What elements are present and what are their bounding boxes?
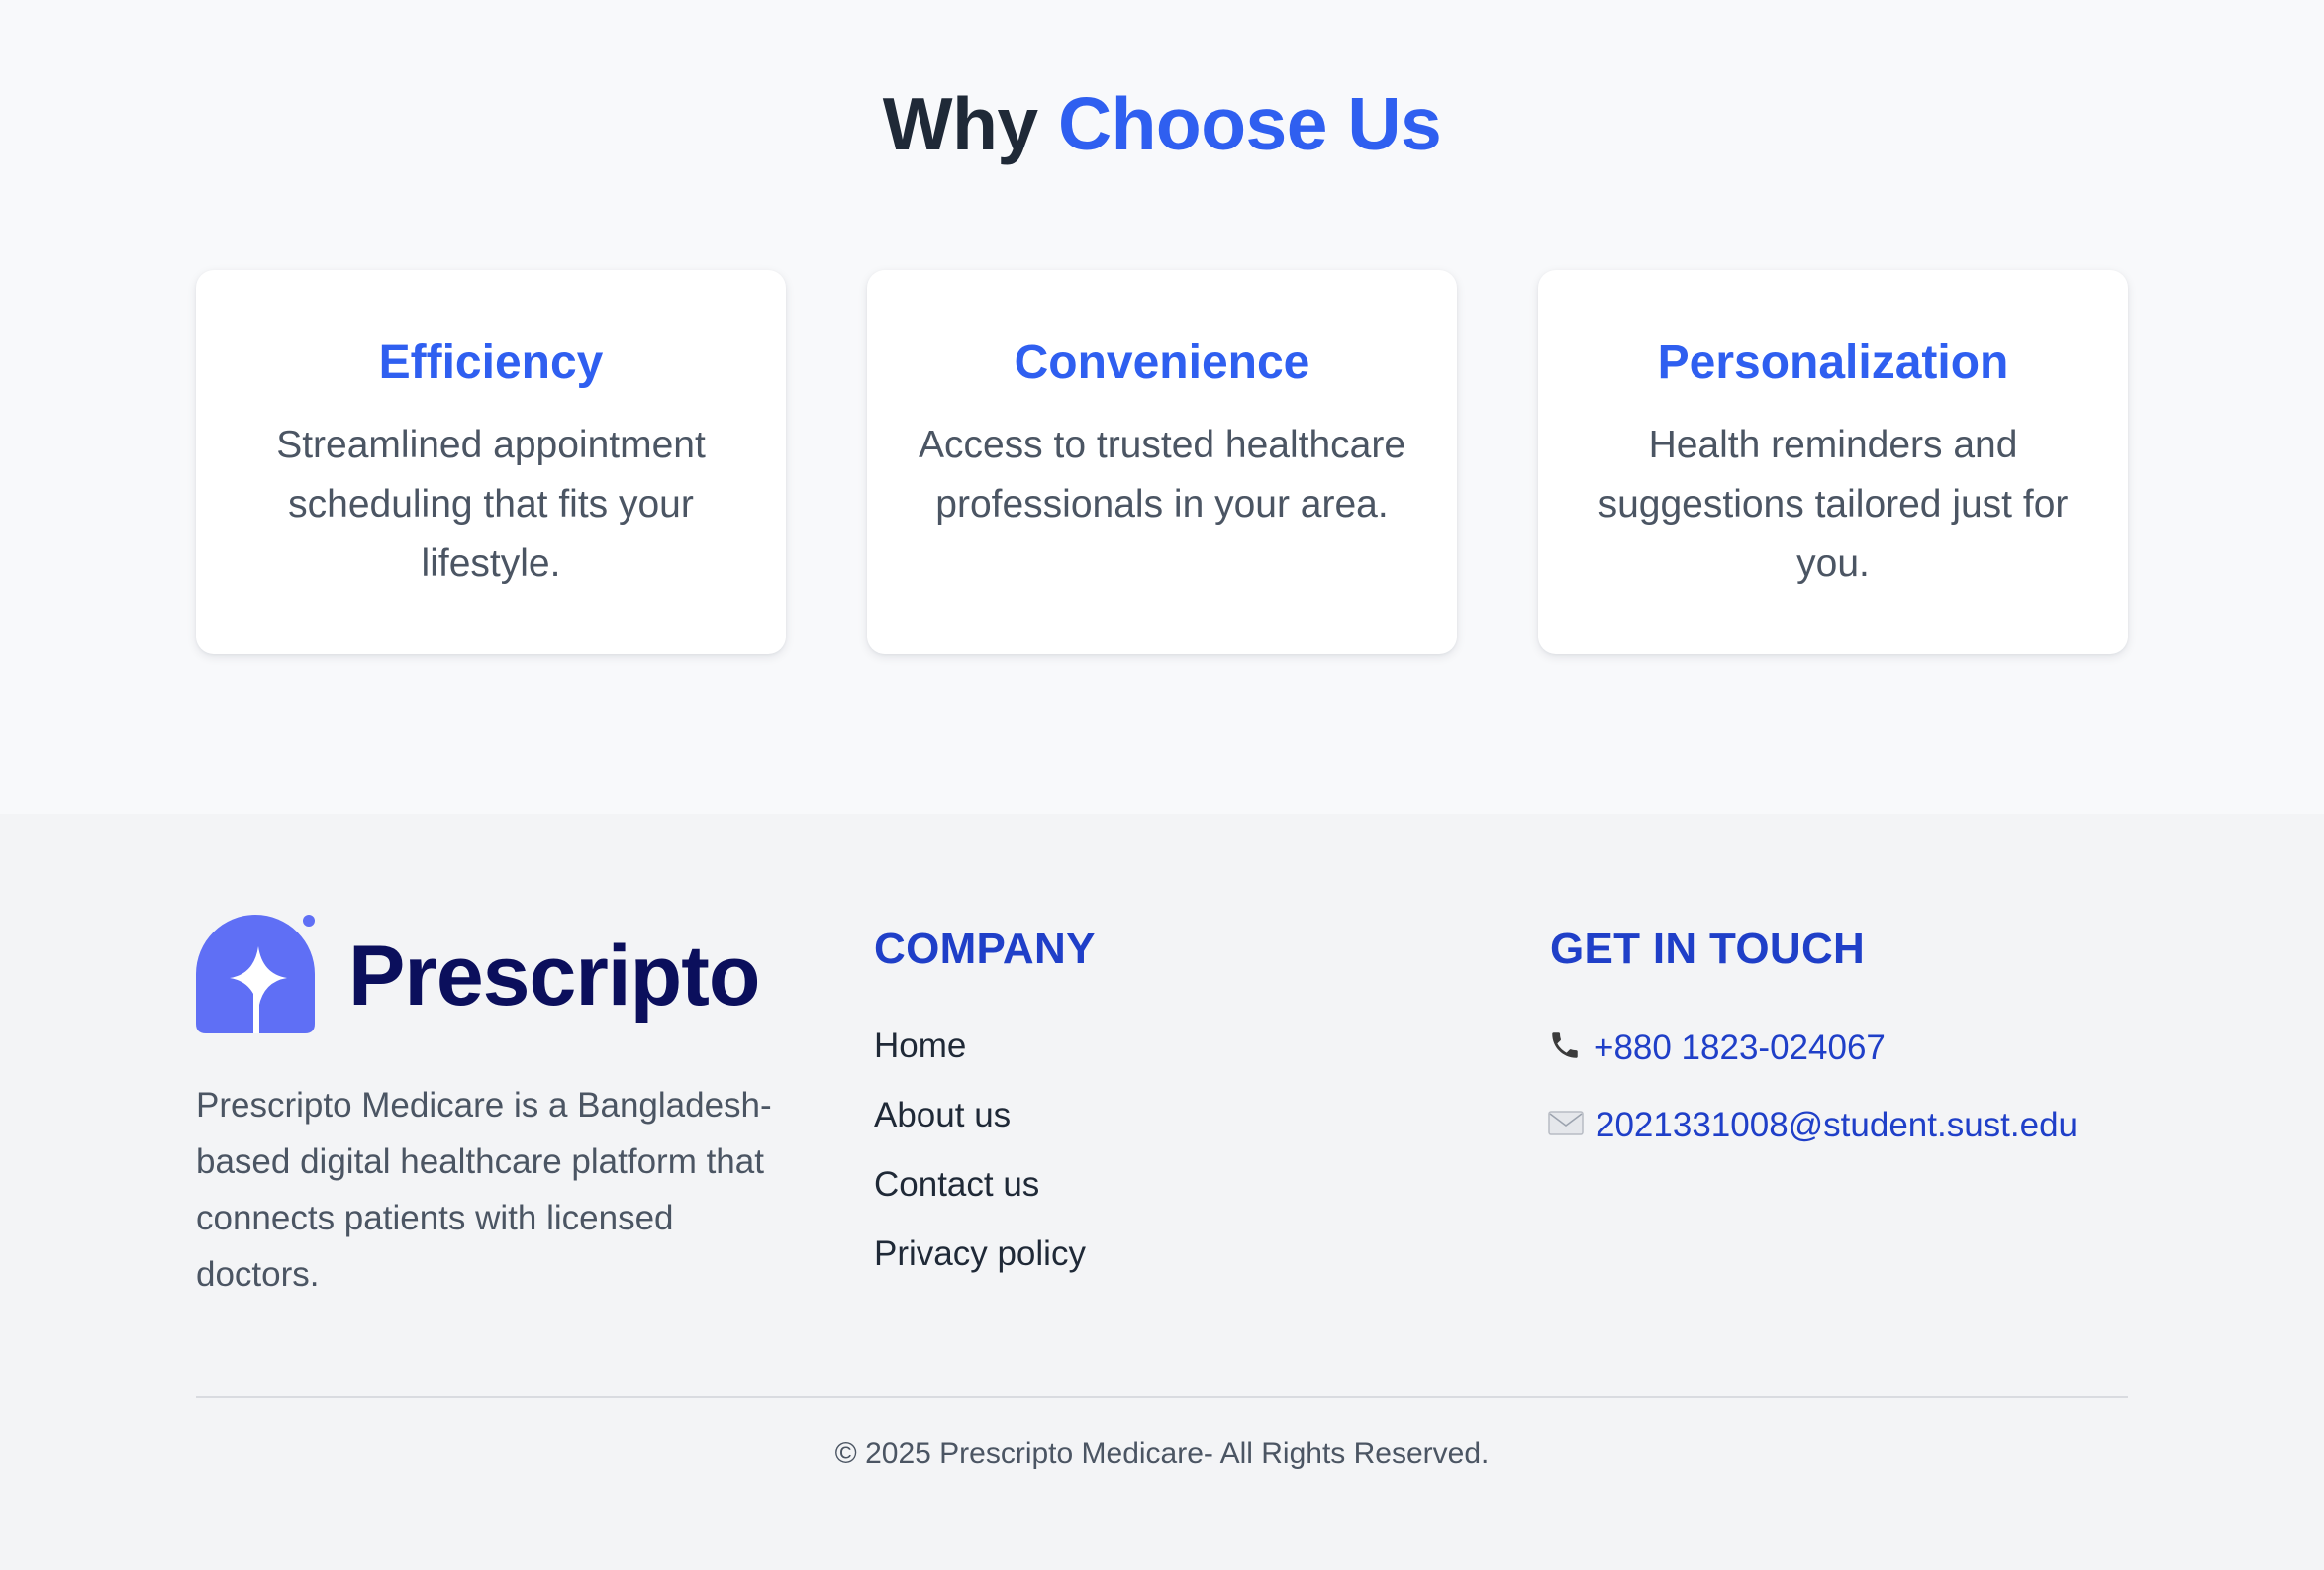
feature-card-personalization: Personalization Health reminders and sug… — [1538, 270, 2128, 654]
feature-card-title: Personalization — [1657, 337, 2009, 389]
footer: Prescripto Prescripto Medicare is a Bang… — [0, 814, 2324, 1570]
contact-phone[interactable]: +880 1823-024067 — [1548, 1029, 1886, 1067]
phone-icon — [1548, 1029, 1582, 1067]
feature-card-convenience: Convenience Access to trusted healthcare… — [867, 270, 1457, 654]
section-title-prefix: Why — [882, 82, 1038, 165]
feature-card-title: Efficiency — [378, 337, 604, 389]
feature-card-efficiency: Efficiency Streamlined appointment sched… — [196, 270, 786, 654]
email-address[interactable]: 2021331008@student.sust.edu — [1596, 1108, 2078, 1142]
footer-link-home[interactable]: Home — [874, 1026, 1086, 1095]
footer-link-about[interactable]: About us — [874, 1095, 1086, 1164]
phone-number[interactable]: +880 1823-024067 — [1594, 1030, 1886, 1065]
feature-card-text: Health reminders and suggestions tailore… — [1598, 423, 2069, 585]
contact-email[interactable]: 2021331008@student.sust.edu — [1548, 1108, 2078, 1142]
get-in-touch-heading: GET IN TOUCH — [1550, 925, 1866, 973]
feature-card-text: Access to trusted healthcare professiona… — [918, 423, 1406, 526]
feature-cards: Efficiency Streamlined appointment sched… — [196, 270, 2128, 654]
company-heading: COMPANY — [874, 925, 1096, 973]
feature-card-title: Convenience — [1014, 337, 1310, 389]
envelope-icon — [1548, 1109, 1584, 1141]
brand-name: Prescripto — [348, 929, 760, 1024]
section-title-accent: Choose Us — [1057, 82, 1442, 165]
company-links: Home About us Contact us Privacy policy — [874, 1026, 1086, 1303]
prescripto-logo-icon — [196, 913, 321, 1033]
brand-logo[interactable]: Prescripto — [196, 913, 760, 1033]
section-title: Why Choose Us — [0, 87, 2324, 161]
footer-divider — [196, 1396, 2128, 1398]
footer-link-privacy[interactable]: Privacy policy — [874, 1233, 1086, 1303]
footer-link-contact[interactable]: Contact us — [874, 1164, 1086, 1233]
why-choose-us-section: Why Choose Us Efficiency Streamlined app… — [0, 0, 2324, 814]
brand-description: Prescripto Medicare is a Bangladesh-base… — [196, 1086, 772, 1294]
copyright-text: © 2025 Prescripto Medicare- All Rights R… — [834, 1437, 1490, 1470]
feature-card-text: Streamlined appointment scheduling that … — [276, 423, 706, 585]
